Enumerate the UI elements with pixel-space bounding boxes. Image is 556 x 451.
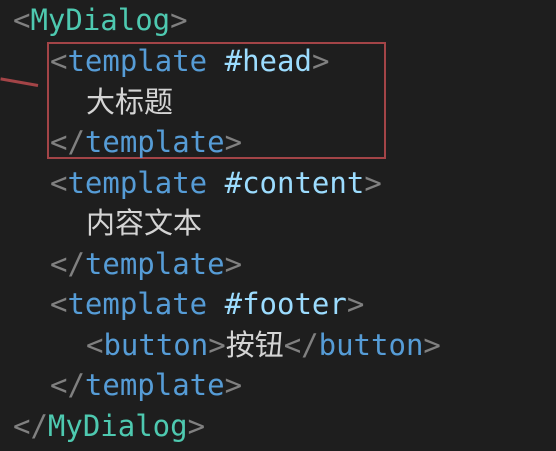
- tag-bracket: >: [208, 328, 226, 362]
- tag-bracket: </: [50, 125, 85, 159]
- tag-bracket: >: [224, 247, 243, 281]
- tag-bracket: >: [187, 409, 206, 443]
- tag-bracket: >: [224, 125, 243, 159]
- tag-bracket: <: [50, 166, 68, 200]
- code-line-9: <button>按钮</button>: [0, 325, 441, 365]
- component-tag-name: MyDialog: [30, 3, 171, 37]
- tag-bracket: >: [311, 44, 330, 78]
- text-content: 按钮: [225, 328, 284, 362]
- tag-name: template: [84, 247, 225, 281]
- tag-bracket: <: [50, 287, 68, 321]
- tag-bracket: <: [50, 44, 68, 78]
- code-line-4: </template>: [0, 122, 242, 162]
- code-line-10: </template>: [0, 365, 242, 405]
- slot-attribute: #footer: [224, 287, 347, 321]
- tag-bracket: </: [50, 247, 85, 281]
- tag-bracket: </: [13, 409, 48, 443]
- tag-bracket: </: [50, 368, 85, 402]
- tag-bracket: >: [224, 368, 243, 402]
- tag-bracket: >: [346, 287, 365, 321]
- code-line-1: <MyDialog>: [0, 0, 188, 40]
- code-line-2: <template #head>: [0, 41, 329, 81]
- tag-name: template: [67, 44, 208, 78]
- slot-attribute: #content: [224, 166, 365, 200]
- code-line-3: 大标题: [0, 82, 173, 122]
- tag-bracket: <: [13, 3, 31, 37]
- tag-bracket: </: [283, 328, 319, 362]
- tag-bracket: >: [364, 166, 382, 200]
- text-content: 内容文本: [86, 206, 203, 240]
- tag-name: button: [103, 328, 209, 362]
- code-line-8: <template #footer>: [0, 284, 364, 324]
- slot-attribute: #head: [224, 44, 312, 78]
- tag-name: template: [67, 166, 208, 200]
- code-editor[interactable]: <MyDialog> <template #head> 大标题 </templa…: [0, 0, 556, 451]
- tag-name: template: [67, 287, 208, 321]
- code-line-6: 内容文本: [0, 203, 202, 243]
- tag-bracket: >: [423, 328, 441, 362]
- tag-name: template: [84, 125, 225, 159]
- code-line-7: </template>: [0, 244, 242, 284]
- code-line-5: <template #content>: [0, 163, 382, 203]
- text-content: 大标题: [86, 85, 174, 119]
- tag-bracket: >: [170, 3, 188, 37]
- tag-name: template: [84, 368, 225, 402]
- component-tag-name: MyDialog: [47, 409, 188, 443]
- tag-bracket: <: [86, 328, 104, 362]
- code-line-11: </MyDialog>: [0, 406, 205, 446]
- tag-name: button: [318, 328, 424, 362]
